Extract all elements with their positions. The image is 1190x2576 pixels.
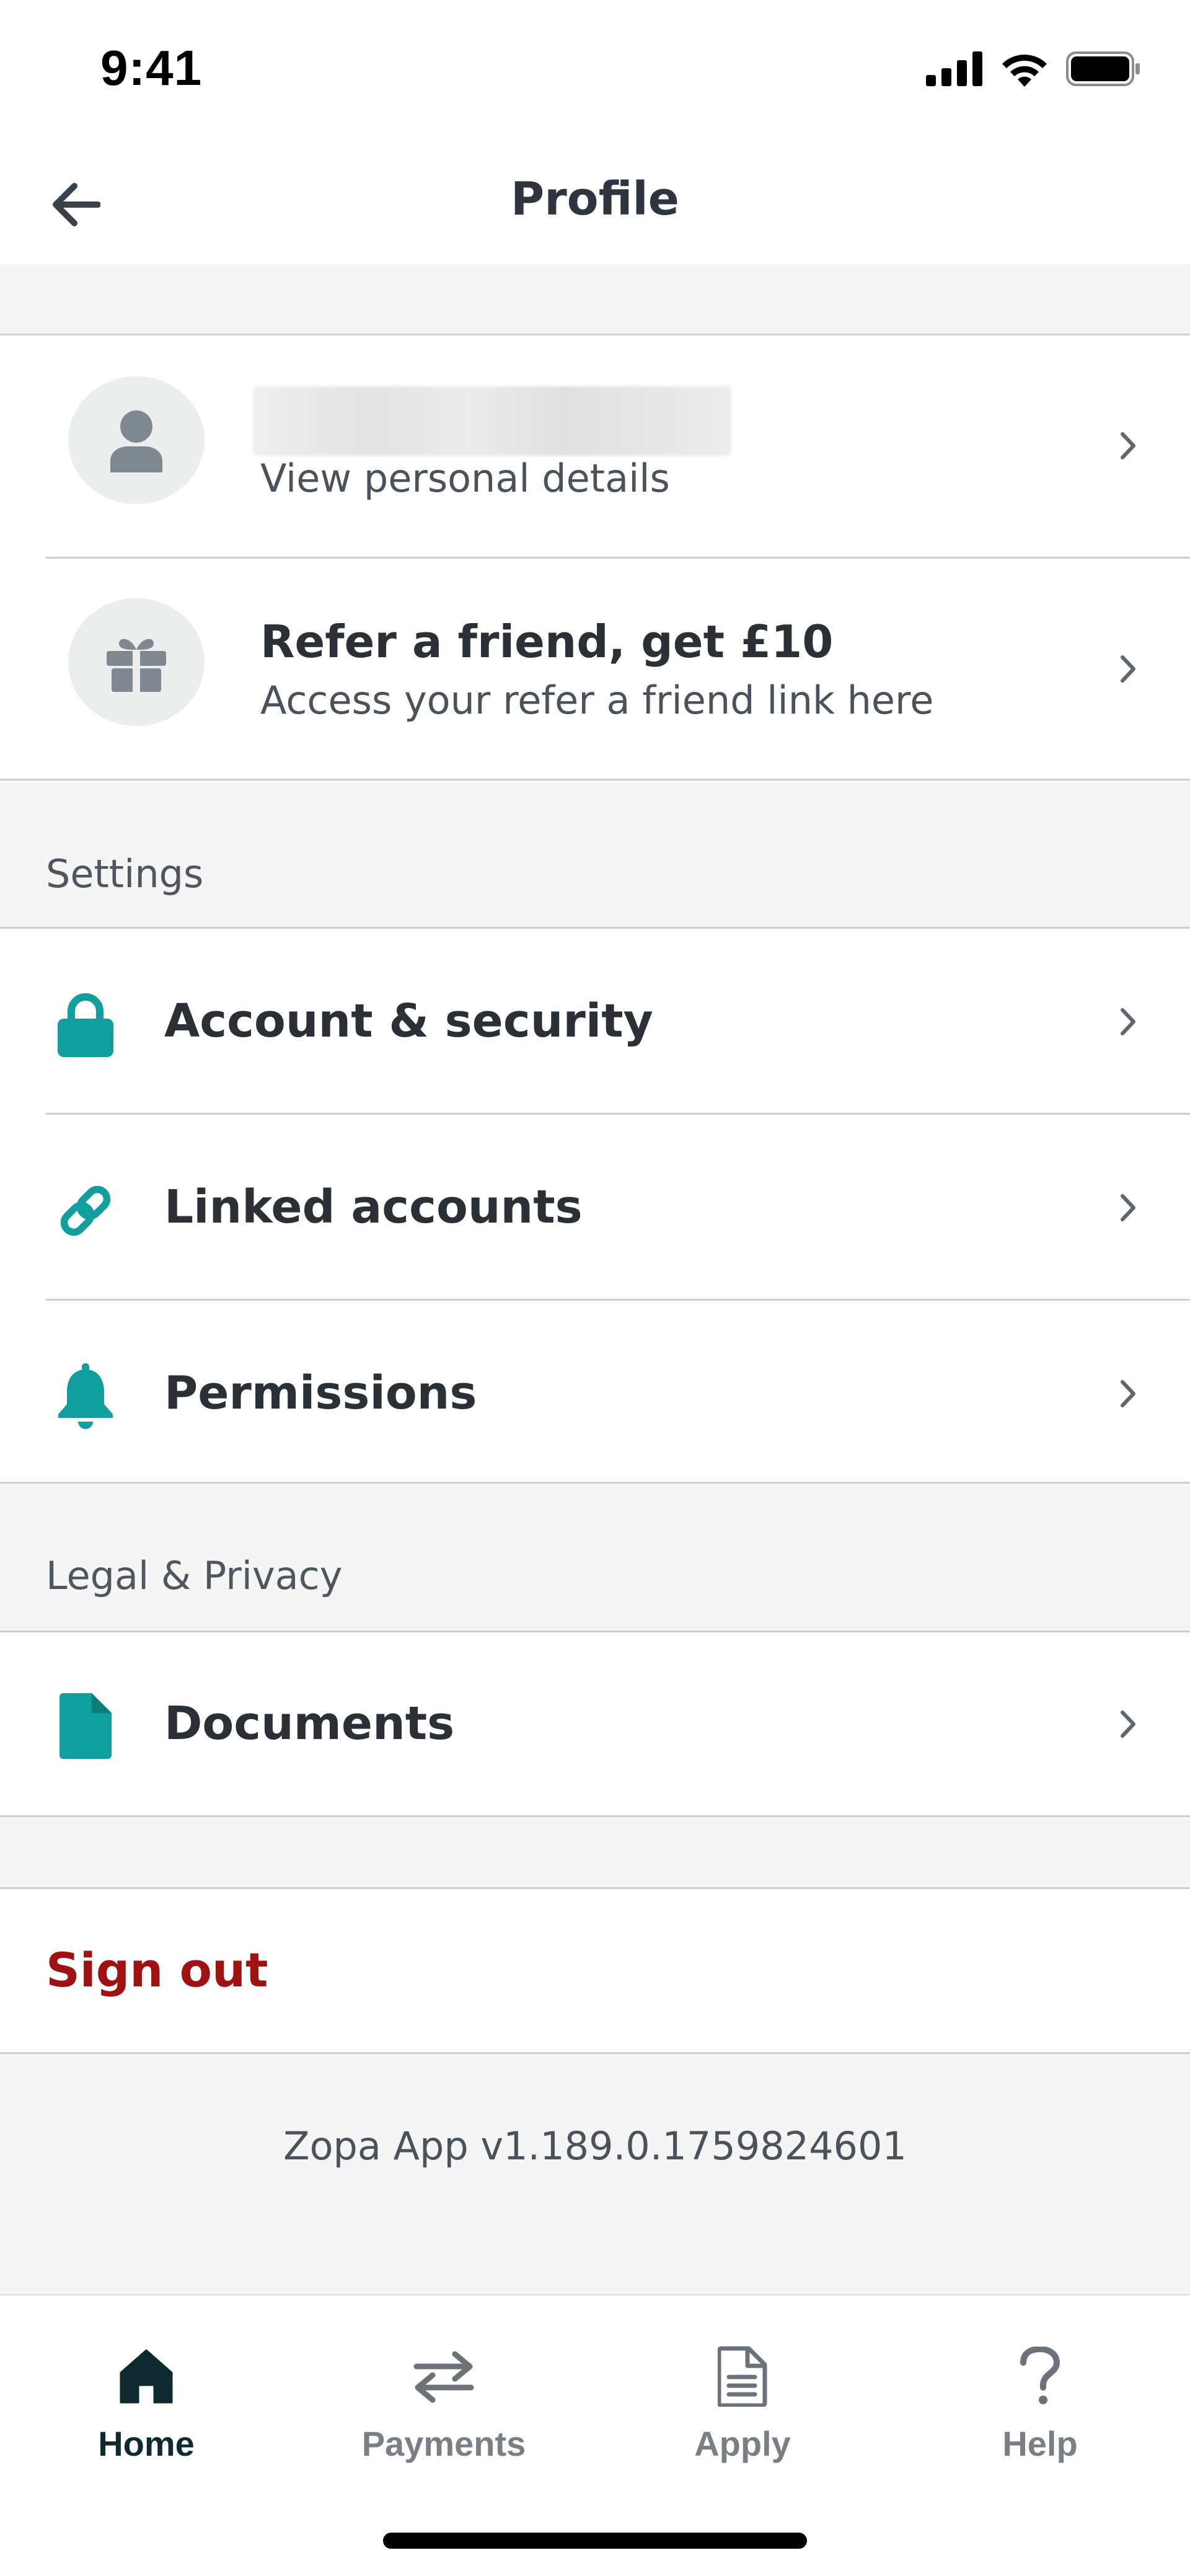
refer-friend-card[interactable]: Refer a friend, get £10 Access your refe… (0, 559, 1190, 779)
gift-avatar (68, 598, 205, 726)
sign-out-row: Sign out (0, 1889, 1190, 2053)
settings-item-permissions[interactable]: Permissions (0, 1301, 1190, 1485)
wifi-icon (1002, 55, 1047, 87)
gift-icon (107, 639, 166, 692)
question-icon (1003, 2339, 1077, 2414)
avatar (68, 376, 205, 504)
person-icon (110, 410, 162, 472)
chevron-right-icon (1116, 1375, 1140, 1412)
sign-out-button[interactable]: Sign out (46, 1942, 268, 1998)
nav-label: Help (1002, 2424, 1078, 2463)
link-icon (55, 1177, 117, 1245)
nav-payments[interactable]: Payments (351, 2339, 537, 2482)
header: Profile (0, 143, 1190, 264)
footer: Zopa App v1.189.0.1759824601 (0, 2054, 1190, 2294)
profile-card[interactable]: View personal details (0, 335, 1190, 557)
settings-item-linked-accounts[interactable]: Linked accounts (0, 1115, 1190, 1299)
nav-label: Home (98, 2424, 195, 2463)
document-icon (55, 1692, 117, 1760)
document-icon (705, 2339, 780, 2414)
legal-item-documents[interactable]: Documents (0, 1632, 1190, 1817)
settings-label: Settings (46, 851, 204, 896)
home-icon (109, 2339, 183, 2414)
nav-help[interactable]: Help (947, 2339, 1133, 2482)
refer-title: Refer a friend, get £10 (260, 616, 834, 668)
settings-item-label: Account & security (164, 994, 653, 1048)
chevron-right-icon (1116, 650, 1140, 688)
nav-label: Apply (694, 2424, 791, 2463)
transfer-icon (407, 2339, 481, 2414)
profile-subtitle: View personal details (260, 456, 670, 501)
bell-icon (55, 1363, 117, 1431)
section-spacer (0, 264, 1190, 335)
app-version: Zopa App v1.189.0.1759824601 (283, 2123, 907, 2169)
status-time: 9:41 (100, 40, 203, 95)
page-title: Profile (511, 172, 679, 226)
legal-header: Legal & Privacy (0, 1484, 1190, 1631)
section-spacer (0, 1817, 1190, 1888)
lock-icon (55, 991, 117, 1059)
chevron-right-icon (1116, 427, 1140, 464)
signal-icon (926, 51, 982, 86)
redacted-name (253, 386, 731, 456)
status-icons (926, 51, 1140, 87)
refer-subtitle: Access your refer a friend link here (260, 678, 934, 723)
battery-icon (1066, 51, 1140, 86)
nav-label: Payments (361, 2424, 526, 2463)
nav-apply[interactable]: Apply (650, 2339, 835, 2482)
chevron-right-icon (1116, 1003, 1140, 1040)
status-bar: 9:41 (0, 0, 1190, 143)
settings-item-label: Linked accounts (164, 1180, 583, 1234)
nav-home[interactable]: Home (53, 2339, 239, 2482)
home-indicator (383, 2533, 807, 2549)
settings-header: Settings (0, 781, 1190, 927)
legal-label: Legal & Privacy (46, 1553, 343, 1598)
chevron-right-icon (1116, 1706, 1140, 1743)
settings-item-label: Permissions (164, 1366, 477, 1420)
settings-item-account-security[interactable]: Account & security (0, 929, 1190, 1113)
chevron-right-icon (1116, 1189, 1140, 1226)
legal-item-label: Documents (164, 1697, 455, 1750)
